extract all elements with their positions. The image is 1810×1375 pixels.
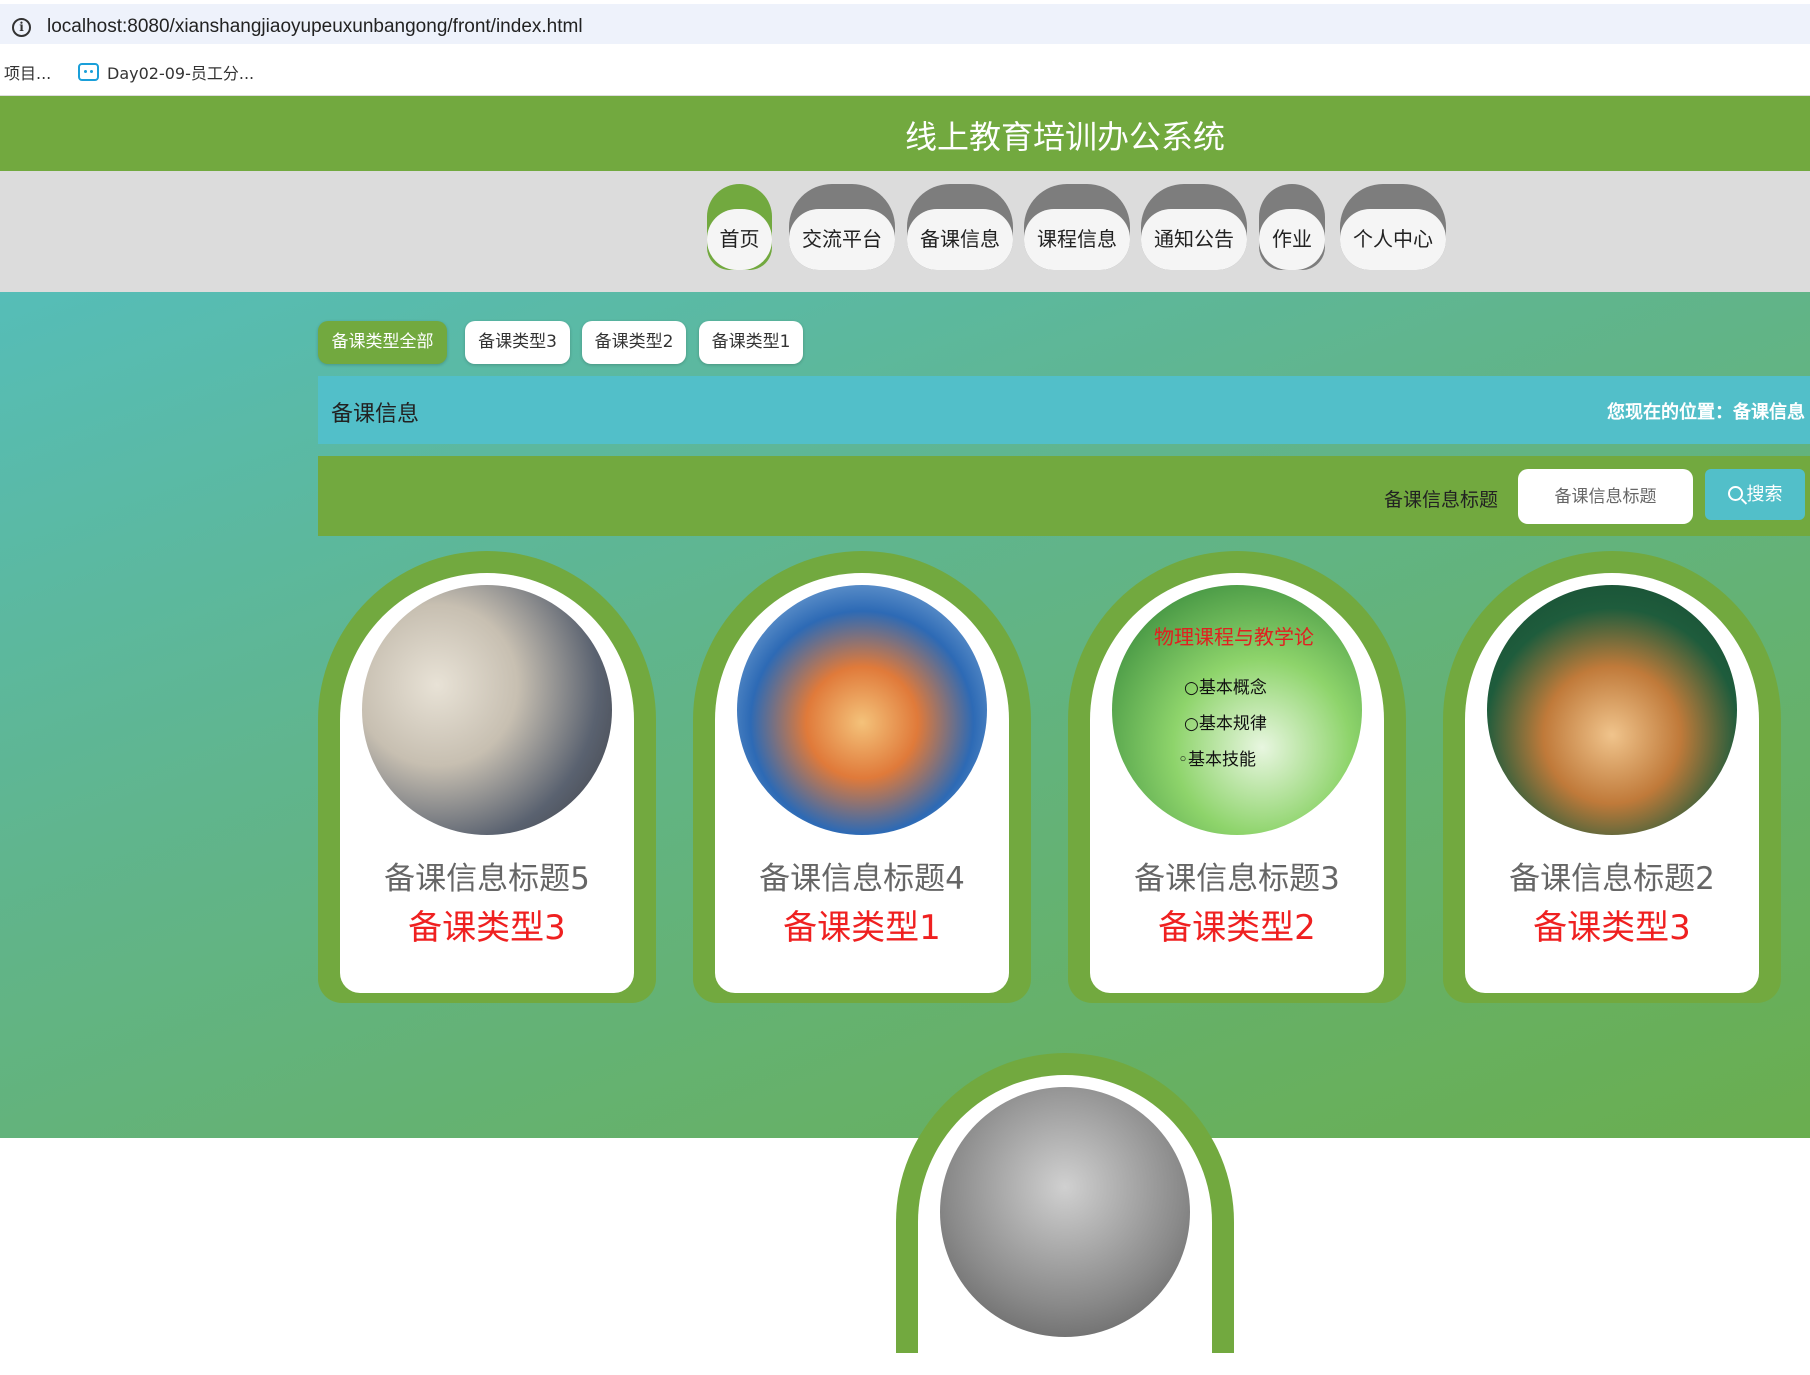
- nav-label: 首页: [707, 209, 772, 270]
- browser-address-bar: i localhost:8080/xianshangjiaoyupeuxunba…: [0, 0, 1810, 46]
- search-label: 备课信息标题: [1384, 489, 1499, 511]
- search-button[interactable]: 搜索: [1705, 469, 1805, 520]
- nav-label: 通知公告: [1141, 209, 1247, 270]
- nav-label: 作业: [1259, 209, 1325, 270]
- card-type: 备课类型3: [1533, 908, 1691, 948]
- card-title: 备课信息标题5: [384, 861, 590, 897]
- card-type: 备课类型3: [408, 908, 566, 948]
- card-image: [362, 585, 612, 835]
- card-body: 备课信息标题4 备课类型1: [715, 573, 1009, 993]
- breadcrumb: 您现在的位置：备课信息: [1607, 402, 1805, 423]
- card-title: 备课信息标题3: [1134, 861, 1340, 897]
- card-body: [918, 1075, 1212, 1375]
- card-image: [1487, 585, 1737, 835]
- image-caption-line: ◦基本技能: [1178, 750, 1257, 770]
- image-caption-title: 物理课程与教学论: [1154, 625, 1314, 649]
- nav-item-home[interactable]: 首页: [707, 184, 772, 270]
- lesson-card[interactable]: 备课信息标题4 备课类型1: [693, 551, 1031, 1003]
- nav-item-lesson-prep[interactable]: 备课信息: [907, 184, 1013, 270]
- bookmark-day02-label: Day02-09-员工分...: [107, 64, 255, 83]
- url-field[interactable]: i localhost:8080/xianshangjiaoyupeuxunba…: [0, 4, 1810, 44]
- nav-item-forum[interactable]: 交流平台: [789, 184, 895, 270]
- search-button-label: 搜索: [1746, 484, 1783, 505]
- section-header: 备课信息 您现在的位置：备课信息: [318, 376, 1810, 444]
- url-text[interactable]: localhost:8080/xianshangjiaoyupeuxunbang…: [47, 16, 583, 38]
- search-icon: [1727, 486, 1743, 501]
- lesson-card[interactable]: 物理课程与教学论 ○基本概念 ○基本规律 ◦基本技能 备课信息标题3 备课类型2: [1068, 551, 1406, 1003]
- card-body: 备课信息标题2 备课类型3: [1465, 573, 1759, 993]
- card-image: [737, 585, 987, 835]
- filter-type-1[interactable]: 备课类型1: [699, 321, 803, 364]
- search-bar: 备课信息标题 搜索: [318, 456, 1810, 536]
- card-type: 备课类型1: [783, 908, 941, 948]
- nav-item-courses[interactable]: 课程信息: [1024, 184, 1130, 270]
- site-info-icon[interactable]: i: [12, 18, 31, 37]
- nav-label: 备课信息: [907, 209, 1013, 270]
- nav-label: 个人中心: [1340, 209, 1446, 270]
- bookmark-project[interactable]: 项目...: [4, 60, 51, 84]
- nav-label: 交流平台: [789, 209, 895, 270]
- card-body: 备课信息标题5 备课类型3: [340, 573, 634, 993]
- card-title: 备课信息标题4: [759, 861, 965, 897]
- filter-type-all[interactable]: 备课类型全部: [318, 321, 447, 364]
- site-header: 线上教育培训办公系统: [0, 96, 1810, 171]
- image-caption-line: ○基本规律: [1184, 714, 1267, 734]
- section-title: 备课信息: [331, 402, 420, 427]
- nav-item-notices[interactable]: 通知公告: [1141, 184, 1247, 270]
- main-nav: 首页 交流平台 备课信息 课程信息 通知公告 作业 个人中心: [0, 171, 1810, 292]
- nav-label: 课程信息: [1024, 209, 1130, 270]
- card-image: [940, 1087, 1190, 1337]
- bookmark-day02[interactable]: Day02-09-员工分...: [78, 60, 254, 84]
- image-caption-line: ○基本概念: [1184, 678, 1267, 698]
- lesson-card[interactable]: 备课信息标题2 备课类型3: [1443, 551, 1781, 1003]
- lesson-card[interactable]: 备课信息标题5 备课类型3: [318, 551, 656, 1003]
- card-body: 物理课程与教学论 ○基本概念 ○基本规律 ◦基本技能 备课信息标题3 备课类型2: [1090, 573, 1384, 993]
- card-type: 备课类型2: [1158, 908, 1316, 948]
- bilibili-tv-icon: [78, 63, 99, 81]
- search-input[interactable]: [1518, 469, 1693, 524]
- bookmarks-bar: 项目... Day02-09-员工分...: [0, 46, 1810, 96]
- card-title: 备课信息标题2: [1509, 861, 1715, 897]
- filter-type-2[interactable]: 备课类型2: [582, 321, 686, 364]
- card-image: 物理课程与教学论 ○基本概念 ○基本规律 ◦基本技能: [1112, 585, 1362, 835]
- nav-item-homework[interactable]: 作业: [1259, 184, 1325, 270]
- filter-type-3[interactable]: 备课类型3: [465, 321, 570, 364]
- site-title: 线上教育培训办公系统: [904, 118, 1225, 156]
- nav-item-profile[interactable]: 个人中心: [1340, 184, 1446, 270]
